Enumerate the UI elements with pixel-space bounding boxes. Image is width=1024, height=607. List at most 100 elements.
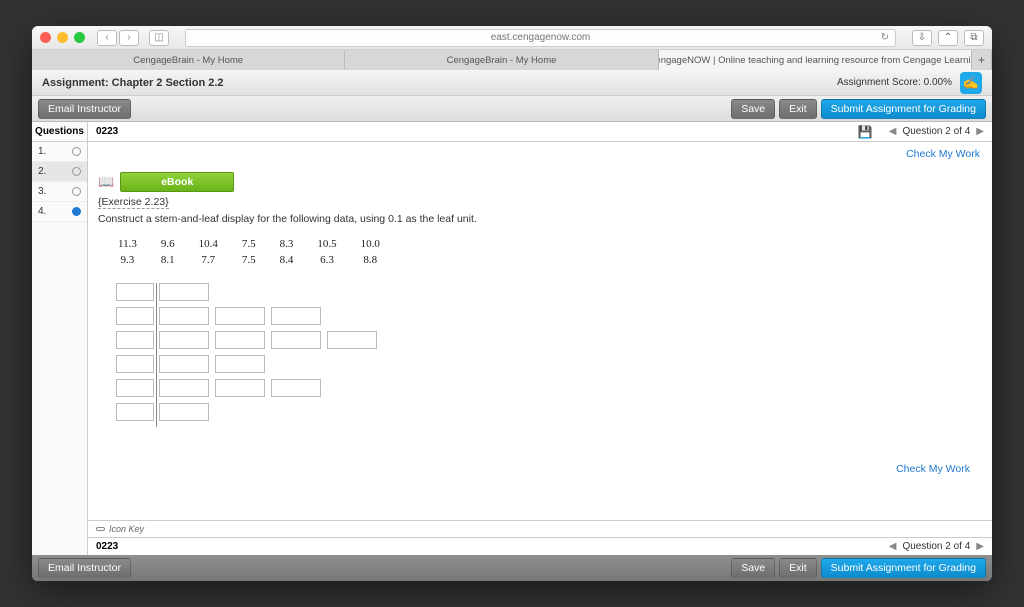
question-position: Question 2 of 4 xyxy=(902,126,970,137)
table-row: 11.3 9.6 10.4 7.5 8.3 10.5 10.0 xyxy=(118,237,402,251)
browser-tab-active[interactable]: CengageNOW | Online teaching and learnin… xyxy=(659,50,972,70)
stem-input[interactable] xyxy=(116,379,154,397)
submit-assignment-button[interactable]: Submit Assignment for Grading xyxy=(821,558,986,578)
leaf-cells xyxy=(159,331,377,349)
table-row: 9.3 8.1 7.7 7.5 8.4 6.3 8.8 xyxy=(118,253,402,267)
prev-question-icon[interactable]: ◀ xyxy=(889,541,897,552)
stem-input[interactable] xyxy=(116,355,154,373)
close-window-icon[interactable] xyxy=(40,32,51,43)
next-question-icon[interactable]: ▶ xyxy=(976,126,984,137)
stem-input[interactable] xyxy=(116,307,154,325)
zoom-window-icon[interactable] xyxy=(74,32,85,43)
top-button-row: Email Instructor Save Exit Submit Assign… xyxy=(32,96,992,122)
main-area: Questions 1. 2. 3. 4. 0223 xyxy=(32,122,992,555)
leaf-input[interactable] xyxy=(159,283,209,301)
new-tab-button[interactable]: + xyxy=(972,50,992,70)
leaf-input[interactable] xyxy=(159,331,209,349)
leaf-cells xyxy=(159,355,377,373)
browser-tab[interactable]: CengageBrain - My Home xyxy=(345,50,658,70)
reload-icon[interactable]: ↻ xyxy=(881,32,889,43)
stem-leaf-row xyxy=(116,379,154,397)
leaf-cells xyxy=(159,379,377,397)
exit-button[interactable]: Exit xyxy=(779,99,817,119)
leaf-cells xyxy=(159,307,377,325)
question-id-footer: 0223 xyxy=(96,541,118,552)
nav-back-forward: ‹ › xyxy=(97,30,139,46)
assignment-title: Assignment: Chapter 2 Section 2.2 xyxy=(42,77,224,89)
browser-window: ‹ › ◫ east.cengagenow.com ↻ ⇩ ⌃ ⧉ Cengag… xyxy=(32,26,992,581)
minimize-window-icon[interactable] xyxy=(57,32,68,43)
questions-sidebar: Questions 1. 2. 3. 4. xyxy=(32,122,88,555)
question-nav-item-active[interactable]: 2. xyxy=(32,162,87,182)
exit-button[interactable]: Exit xyxy=(779,558,817,578)
stem-leaf-divider xyxy=(156,283,157,427)
stem-leaf-row xyxy=(116,403,154,421)
data-table: 11.3 9.6 10.4 7.5 8.3 10.5 10.0 9.3 8.1 … xyxy=(116,235,404,269)
stem-input[interactable] xyxy=(116,403,154,421)
save-button[interactable]: Save xyxy=(731,558,775,578)
ebook-button[interactable]: eBook xyxy=(120,172,234,192)
check-my-work-link[interactable]: Check My Work xyxy=(98,457,982,481)
leaf-input[interactable] xyxy=(271,379,321,397)
email-instructor-button[interactable]: Email Instructor xyxy=(38,99,131,119)
save-button[interactable]: Save xyxy=(731,99,775,119)
stem-input[interactable] xyxy=(116,283,154,301)
radio-empty-icon xyxy=(72,147,81,156)
ebook-row: 📖 eBook xyxy=(98,172,982,192)
stem-leaf-grid xyxy=(116,283,982,427)
traffic-lights xyxy=(40,32,85,43)
assignment-header: Assignment: Chapter 2 Section 2.2 Assign… xyxy=(32,70,992,96)
key-icon xyxy=(96,527,105,531)
url-text: east.cengagenow.com xyxy=(491,32,591,43)
leaf-input[interactable] xyxy=(159,403,209,421)
question-position-footer: Question 2 of 4 xyxy=(902,541,970,552)
support-headset-icon[interactable]: ✍ xyxy=(960,72,982,94)
leaf-input[interactable] xyxy=(215,331,265,349)
browser-tab[interactable]: CengageBrain - My Home xyxy=(32,50,345,70)
prev-question-icon[interactable]: ◀ xyxy=(889,126,897,137)
tabs-overview-icon[interactable]: ⧉ xyxy=(964,30,984,46)
check-my-work-link[interactable]: Check My Work xyxy=(88,142,992,166)
content-header: 0223 💾 ◀ Question 2 of 4 ▶ xyxy=(88,122,992,142)
question-prompt: Construct a stem-and-leaf display for th… xyxy=(98,213,982,225)
email-instructor-button[interactable]: Email Instructor xyxy=(38,558,131,578)
downloads-icon[interactable]: ⇩ xyxy=(912,30,932,46)
stem-leaf-row xyxy=(116,307,154,325)
browser-chrome: ‹ › ◫ east.cengagenow.com ↻ ⇩ ⌃ ⧉ xyxy=(32,26,992,50)
question-nav-item[interactable]: 4. xyxy=(32,202,87,222)
icon-key-row: Icon Key xyxy=(88,520,992,537)
leaf-input[interactable] xyxy=(215,355,265,373)
leaf-input[interactable] xyxy=(159,379,209,397)
leaf-input[interactable] xyxy=(327,331,377,349)
chrome-right-icons: ⇩ ⌃ ⧉ xyxy=(912,30,984,46)
leaf-input[interactable] xyxy=(215,379,265,397)
questions-header: Questions xyxy=(32,122,87,142)
share-icon[interactable]: ⌃ xyxy=(938,30,958,46)
content-footer: 0223 ◀ Question 2 of 4 ▶ xyxy=(88,537,992,555)
assignment-score: Assignment Score: 0.00% xyxy=(837,77,952,88)
leaf-cells xyxy=(159,283,377,301)
radio-empty-icon xyxy=(72,187,81,196)
stem-leaf-row xyxy=(116,331,154,349)
leaf-input[interactable] xyxy=(159,307,209,325)
leaf-input[interactable] xyxy=(271,331,321,349)
forward-button[interactable]: › xyxy=(119,30,139,46)
leaf-input[interactable] xyxy=(159,355,209,373)
question-body: 📖 eBook {Exercise 2.23} Construct a stem… xyxy=(88,166,992,520)
question-nav-item[interactable]: 3. xyxy=(32,182,87,202)
address-bar[interactable]: east.cengagenow.com ↻ xyxy=(185,29,896,47)
stem-input[interactable] xyxy=(116,331,154,349)
bottom-button-row: Email Instructor Save Exit Submit Assign… xyxy=(32,555,992,581)
sidebar-toggle-icon[interactable]: ◫ xyxy=(149,30,169,46)
back-button[interactable]: ‹ xyxy=(97,30,117,46)
disk-save-icon[interactable]: 💾 xyxy=(858,125,873,139)
question-content: 0223 💾 ◀ Question 2 of 4 ▶ Check My Work… xyxy=(88,122,992,555)
stem-leaf-row xyxy=(116,283,154,301)
question-nav-item[interactable]: 1. xyxy=(32,142,87,162)
next-question-icon[interactable]: ▶ xyxy=(976,541,984,552)
leaf-input[interactable] xyxy=(271,307,321,325)
question-id: 0223 xyxy=(96,126,118,137)
exercise-label: {Exercise 2.23} xyxy=(98,196,169,209)
leaf-input[interactable] xyxy=(215,307,265,325)
submit-assignment-button[interactable]: Submit Assignment for Grading xyxy=(821,99,986,119)
